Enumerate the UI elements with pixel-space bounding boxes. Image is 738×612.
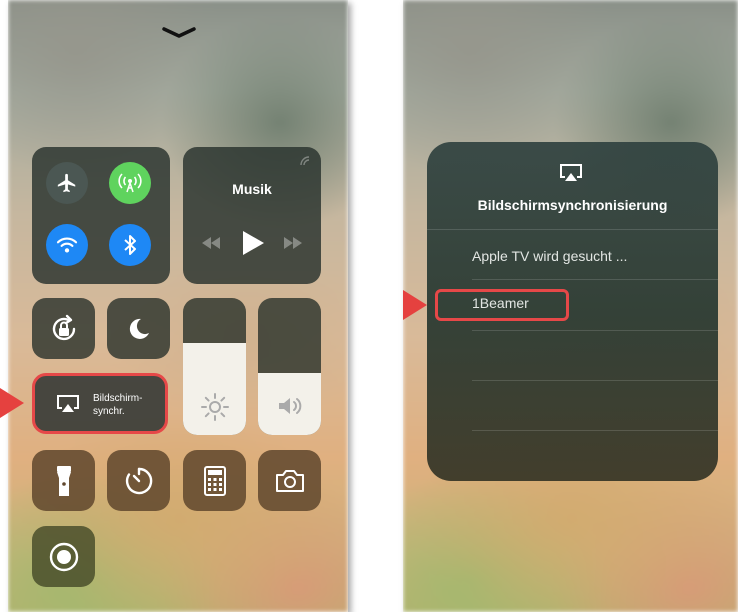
screen-mirroring-label: Bildschirm- synchr. — [93, 392, 142, 418]
connectivity-tile — [32, 147, 170, 284]
wifi-button[interactable] — [46, 224, 88, 266]
highlight-box — [435, 289, 569, 321]
rewind-icon[interactable] — [201, 236, 221, 250]
fast-forward-icon[interactable] — [283, 236, 303, 250]
brightness-sun-icon — [201, 393, 229, 421]
rotation-lock-icon — [52, 314, 75, 340]
searching-status: Apple TV wird gesucht ... — [472, 248, 628, 264]
do-not-disturb-button[interactable] — [107, 298, 170, 359]
cellular-antenna-icon — [118, 173, 142, 193]
music-title: Musik — [232, 181, 272, 197]
timer-icon — [125, 467, 152, 494]
divider — [472, 279, 718, 280]
screen-mirroring-panel: Bildschirmsynchronisierung Apple TV wird… — [427, 142, 718, 481]
screen-mirroring-label-line2: synchr. — [93, 406, 125, 417]
divider — [427, 229, 718, 230]
calculator-icon — [203, 465, 226, 496]
dismiss-chevron-icon[interactable] — [161, 24, 197, 42]
divider — [472, 430, 718, 431]
panel-title: Bildschirmsynchronisierung — [477, 197, 668, 213]
divider — [472, 380, 718, 381]
camera-icon — [275, 469, 304, 492]
left-pointer-arrow — [0, 388, 24, 418]
calculator-button[interactable] — [183, 450, 246, 511]
screen-mirroring-label-line1: Bildschirm- — [93, 393, 143, 404]
flashlight-icon — [56, 465, 71, 496]
screen-recording-button[interactable] — [32, 526, 95, 587]
screen-mirroring-screen: Bildschirmsynchronisierung Apple TV wird… — [403, 0, 738, 612]
brightness-slider[interactable] — [183, 298, 246, 435]
right-pointer-arrow — [403, 290, 427, 320]
wifi-icon — [56, 237, 78, 253]
divider — [472, 330, 718, 331]
camera-button[interactable] — [258, 450, 321, 511]
bluetooth-icon — [124, 235, 136, 255]
control-center-screen: Musik Bildschirm- synchr. — [8, 0, 348, 612]
volume-slider[interactable] — [258, 298, 321, 435]
speaker-icon — [279, 398, 302, 414]
music-tile[interactable]: Musik — [183, 147, 321, 284]
rotation-lock-button[interactable] — [32, 298, 95, 359]
airplane-mode-button[interactable] — [46, 162, 88, 204]
moon-icon — [129, 318, 149, 339]
record-icon — [49, 542, 78, 571]
play-icon[interactable] — [241, 230, 265, 256]
airplay-audio-icon[interactable] — [299, 155, 311, 167]
bluetooth-button[interactable] — [109, 224, 151, 266]
flashlight-button[interactable] — [32, 450, 95, 511]
airplane-icon — [57, 173, 76, 193]
cellular-data-button[interactable] — [109, 162, 151, 204]
timer-button[interactable] — [107, 450, 170, 511]
airplay-screen-icon — [560, 164, 582, 181]
airplay-screen-icon — [57, 395, 79, 412]
screen-mirroring-button[interactable]: Bildschirm- synchr. — [32, 373, 168, 434]
